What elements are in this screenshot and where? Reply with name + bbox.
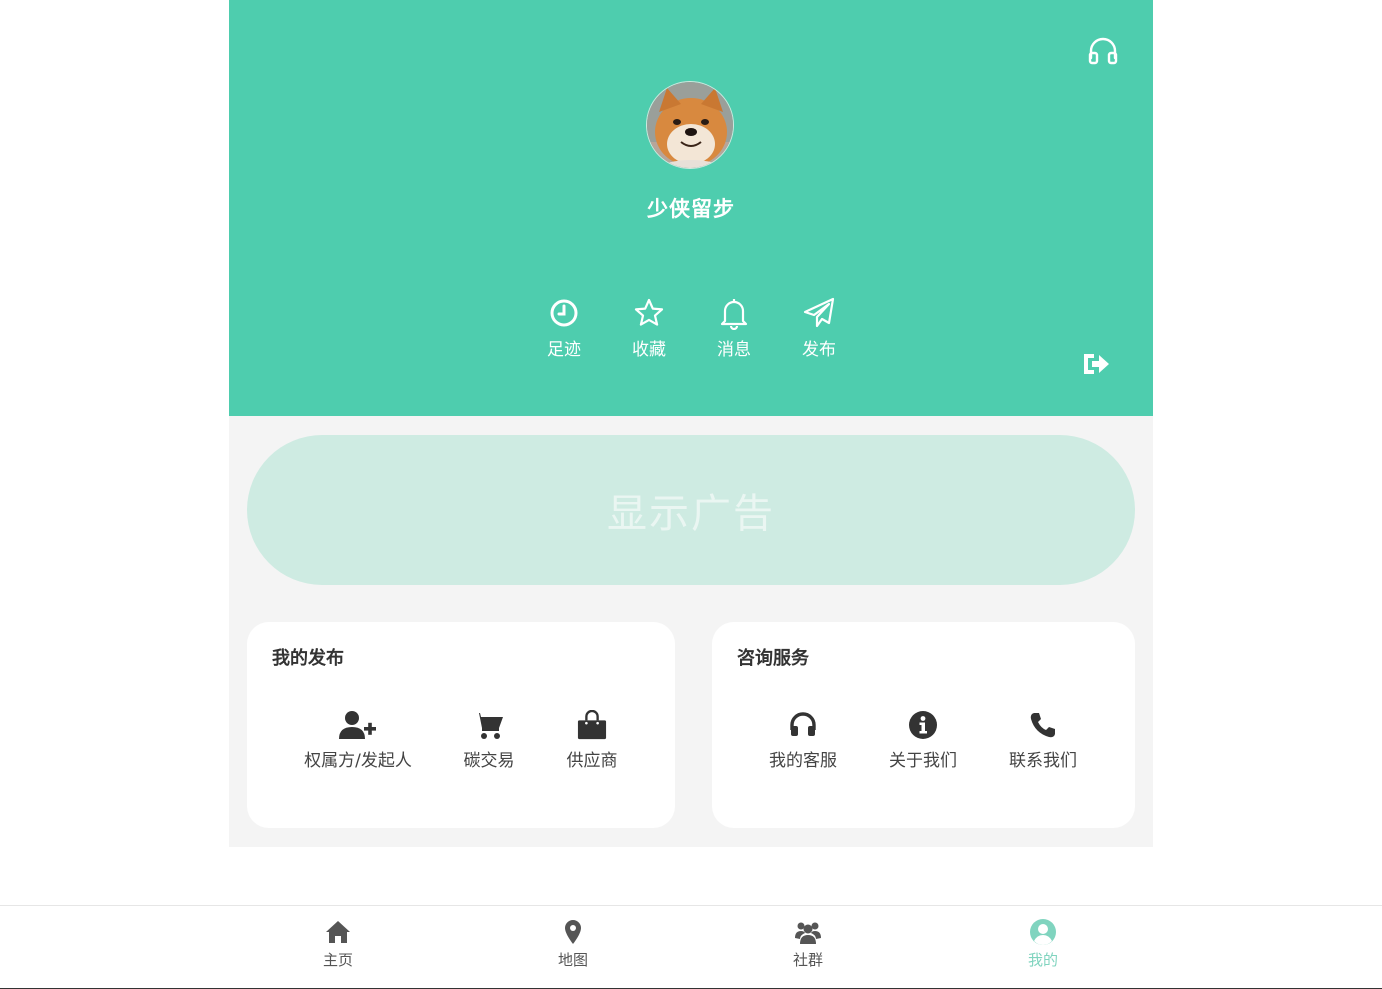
publish-carbon-trade[interactable]: 碳交易 <box>459 710 519 771</box>
shopping-bag-icon <box>577 710 607 740</box>
consult-contact-us[interactable]: 联系我们 <box>1003 710 1083 771</box>
paper-plane-icon <box>803 297 835 328</box>
my-publish-card: 我的发布 权属方/发起人 碳交易 供应商 <box>247 622 675 828</box>
map-pin-icon <box>565 920 581 944</box>
headset-icon <box>790 712 816 736</box>
consult-service-title: 咨询服务 <box>737 648 809 669</box>
ad-banner[interactable]: 显示广告 <box>247 435 1135 585</box>
tab-map-label: 地图 <box>557 951 588 969</box>
headphones-icon[interactable] <box>1086 34 1120 68</box>
publish-owner-initiator[interactable]: 权属方/发起人 <box>303 710 413 771</box>
user-circle-icon <box>1030 919 1056 945</box>
consult-service-card: 咨询服务 我的客服 关于我们 联系我们 <box>712 622 1135 828</box>
tab-home[interactable]: 主页 <box>288 918 388 970</box>
tab-community[interactable]: 社群 <box>758 918 858 970</box>
tab-home-label: 主页 <box>322 951 353 969</box>
publish-carbon-trade-label: 碳交易 <box>463 751 515 771</box>
consult-about-us[interactable]: 关于我们 <box>883 710 963 771</box>
consult-contact-us-label: 联系我们 <box>1009 751 1077 771</box>
avatar[interactable] <box>646 81 734 169</box>
clock-icon <box>550 299 578 327</box>
quick-publish-label: 发布 <box>802 340 836 360</box>
publish-supplier-label: 供应商 <box>566 751 618 771</box>
bottom-tab-bar: 主页 地图 社群 我的 <box>0 905 1382 989</box>
tab-community-label: 社群 <box>792 951 823 969</box>
consult-my-service-label: 我的客服 <box>769 751 837 771</box>
consult-about-us-label: 关于我们 <box>889 751 957 771</box>
user-plus-icon <box>339 711 376 739</box>
quick-footprint[interactable]: 足迹 <box>534 296 594 360</box>
home-icon <box>326 921 350 943</box>
tab-mine[interactable]: 我的 <box>993 918 1093 970</box>
quick-favorites-label: 收藏 <box>632 340 666 360</box>
cart-icon <box>473 713 503 739</box>
quick-publish[interactable]: 发布 <box>789 296 849 360</box>
info-icon <box>909 711 937 739</box>
logout-icon[interactable] <box>1080 348 1112 380</box>
star-icon <box>634 298 664 326</box>
tab-mine-label: 我的 <box>1027 951 1058 969</box>
quick-favorites[interactable]: 收藏 <box>619 296 679 360</box>
quick-footprint-label: 足迹 <box>547 340 581 360</box>
bell-icon <box>720 299 748 330</box>
profile-page: 少侠留步 足迹 收藏 消息 发布 显示广告 我的发布 权属方/发起人 碳交易 供… <box>229 0 1153 847</box>
my-publish-title: 我的发布 <box>272 648 344 669</box>
users-icon <box>795 922 821 944</box>
tab-map[interactable]: 地图 <box>523 918 623 970</box>
ad-text: 显示广告 <box>607 491 775 537</box>
quick-messages-label: 消息 <box>717 340 751 360</box>
phone-icon <box>1030 713 1055 738</box>
consult-my-service[interactable]: 我的客服 <box>763 710 843 771</box>
publish-supplier[interactable]: 供应商 <box>562 710 622 771</box>
profile-header: 少侠留步 足迹 收藏 消息 发布 <box>229 0 1153 416</box>
quick-messages[interactable]: 消息 <box>704 296 764 360</box>
username: 少侠留步 <box>647 197 735 221</box>
publish-owner-initiator-label: 权属方/发起人 <box>304 751 412 771</box>
